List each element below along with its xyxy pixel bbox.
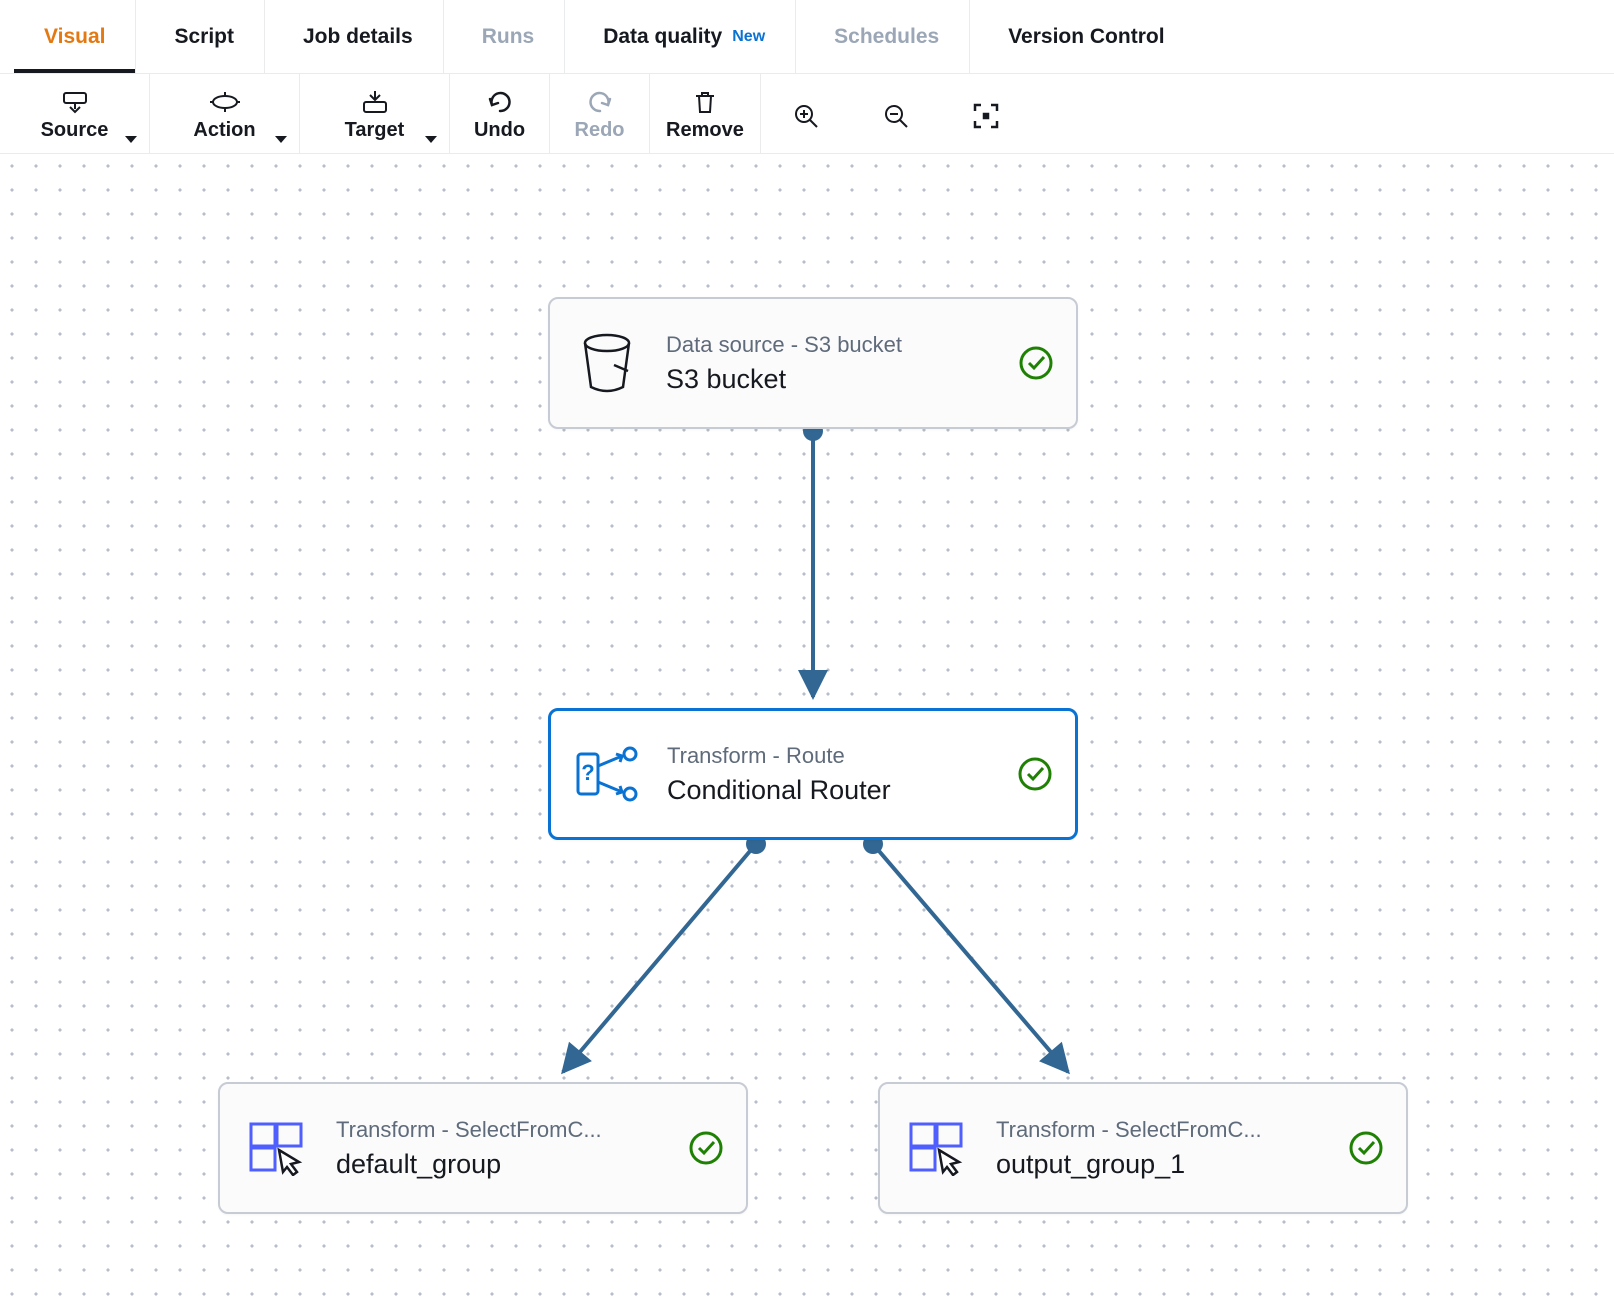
fit-view-button[interactable]: [941, 74, 1031, 153]
status-ok-icon: [1348, 1130, 1384, 1166]
fit-view-icon: [973, 103, 999, 129]
status-ok-icon: [688, 1130, 724, 1166]
node-conditional-router[interactable]: ? Transform - Route Conditional Router: [548, 708, 1078, 840]
zoom-out-icon: [883, 103, 909, 129]
zoom-out-button[interactable]: [851, 74, 941, 153]
node-subtitle: Data source - S3 bucket: [666, 332, 1010, 358]
select-from-collection-icon: [902, 1113, 972, 1183]
tab-data-quality[interactable]: Data quality New: [573, 0, 796, 73]
tab-job-details[interactable]: Job details: [273, 0, 444, 73]
remove-label: Remove: [666, 119, 744, 142]
router-icon: ?: [573, 739, 643, 809]
tab-version-control-label: Version Control: [1008, 25, 1164, 49]
status-ok-icon: [1018, 345, 1054, 381]
action-icon: [210, 89, 240, 115]
status-ok-icon: [1017, 756, 1053, 792]
node-subtitle: Transform - SelectFromC...: [336, 1117, 680, 1143]
trash-icon: [694, 89, 716, 115]
tab-script[interactable]: Script: [144, 0, 265, 73]
chevron-down-icon: [425, 136, 437, 143]
chevron-down-icon: [125, 136, 137, 143]
node-s3-bucket[interactable]: Data source - S3 bucket S3 bucket: [548, 297, 1078, 429]
action-dropdown[interactable]: Action: [150, 74, 300, 153]
node-text: Transform - Route Conditional Router: [667, 743, 1009, 806]
node-output-group-1[interactable]: Transform - SelectFromC... output_group_…: [878, 1082, 1408, 1214]
remove-button[interactable]: Remove: [650, 74, 761, 153]
chevron-down-icon: [275, 136, 287, 143]
node-text: Transform - SelectFromC... output_group_…: [996, 1117, 1340, 1180]
tab-version-control[interactable]: Version Control: [978, 0, 1194, 73]
node-text: Data source - S3 bucket S3 bucket: [666, 332, 1010, 395]
redo-button: Redo: [550, 74, 650, 153]
node-title: S3 bucket: [666, 364, 1010, 395]
target-dropdown[interactable]: Target: [300, 74, 450, 153]
node-text: Transform - SelectFromC... default_group: [336, 1117, 680, 1180]
node-subtitle: Transform - SelectFromC...: [996, 1117, 1340, 1143]
select-from-collection-icon: [242, 1113, 312, 1183]
target-label: Target: [345, 119, 405, 142]
new-badge: New: [732, 28, 765, 46]
undo-icon: [487, 89, 513, 115]
svg-text:?: ?: [581, 760, 594, 785]
target-icon: [361, 89, 389, 115]
tab-script-label: Script: [174, 25, 234, 49]
node-title: default_group: [336, 1149, 680, 1180]
redo-icon: [587, 89, 613, 115]
zoom-in-button[interactable]: [761, 74, 851, 153]
zoom-in-icon: [793, 103, 819, 129]
source-icon: [61, 89, 89, 115]
tab-runs-label: Runs: [482, 25, 535, 49]
toolbar: Source Action Target: [0, 74, 1614, 154]
tab-visual[interactable]: Visual: [14, 0, 136, 73]
graph-canvas[interactable]: Data source - S3 bucket S3 bucket ? Tran…: [0, 154, 1614, 1298]
tab-schedules-label: Schedules: [834, 25, 939, 49]
node-subtitle: Transform - Route: [667, 743, 1009, 769]
source-dropdown[interactable]: Source: [0, 74, 150, 153]
bucket-icon: [572, 328, 642, 398]
node-title: output_group_1: [996, 1149, 1340, 1180]
action-label: Action: [193, 119, 255, 142]
tab-bar: Visual Script Job details Runs Data qual…: [0, 0, 1614, 74]
tab-job-details-label: Job details: [303, 25, 413, 49]
source-label: Source: [41, 119, 109, 142]
redo-label: Redo: [575, 119, 625, 142]
tab-visual-label: Visual: [44, 25, 105, 49]
tab-runs: Runs: [452, 0, 566, 73]
tab-data-quality-label: Data quality: [603, 25, 722, 49]
undo-button[interactable]: Undo: [450, 74, 550, 153]
undo-label: Undo: [474, 119, 525, 142]
node-title: Conditional Router: [667, 775, 1009, 806]
node-default-group[interactable]: Transform - SelectFromC... default_group: [218, 1082, 748, 1214]
tab-schedules: Schedules: [804, 0, 970, 73]
